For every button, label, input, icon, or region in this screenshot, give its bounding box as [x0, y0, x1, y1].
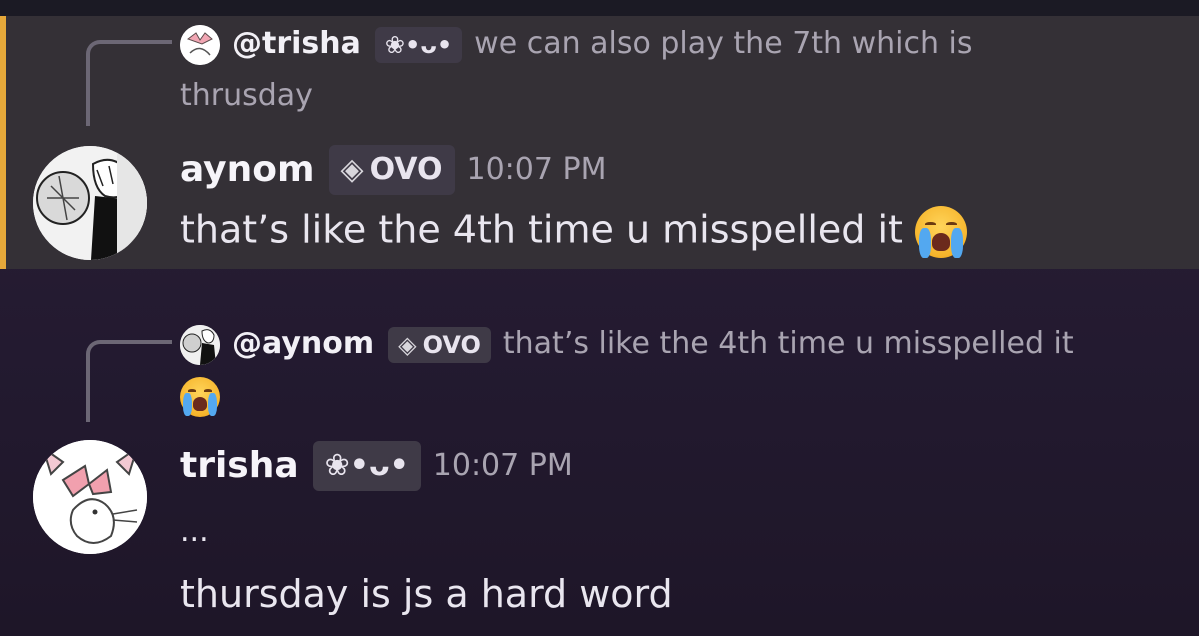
message-line: thursday is js a hard word	[180, 572, 673, 616]
reply-author-tag: ❀•ᴗ•	[374, 26, 463, 63]
reply-preview[interactable]: @aynom ◈ OVO that’s like the 4th time u mis…	[180, 318, 1180, 422]
reply-text: we can also play the 7th which is	[474, 26, 973, 61]
manga-character-avatar-icon[interactable]	[180, 324, 220, 365]
reply-text: that’s like the 4th time u misspelled it	[502, 326, 1074, 361]
reply-text-wrap	[180, 370, 1180, 422]
message-header: aynom ◈ OVO 10:07 PM	[180, 144, 606, 195]
bunny-bow-avatar-icon[interactable]	[180, 24, 220, 65]
reply-author-tag: ◈ OVO	[388, 326, 491, 363]
gem-icon: ◈	[398, 330, 417, 359]
timestamp[interactable]: 10:07 PM	[467, 152, 607, 187]
timestamp[interactable]: 10:07 PM	[433, 448, 573, 483]
mention-highlight-bar	[0, 16, 6, 269]
author-name[interactable]: trisha	[180, 445, 299, 486]
reply-preview[interactable]: @trisha ❀•ᴗ• we can also play the 7th whic…	[180, 18, 1160, 122]
author-tag: ❀•ᴗ•	[312, 441, 421, 491]
message-header: trisha ❀•ᴗ• 10:07 PM	[180, 440, 573, 491]
loudly-crying-face-icon	[915, 206, 968, 258]
reply-author[interactable]: @aynom	[232, 326, 374, 361]
message-line: ...	[180, 514, 209, 549]
reply-spine	[86, 340, 172, 422]
author-name[interactable]: aynom	[180, 149, 315, 190]
reply-text-wrap: thrusday	[180, 78, 313, 113]
gem-icon: ◈	[340, 152, 364, 187]
loudly-crying-face-icon	[180, 376, 220, 417]
message-text: that’s like the 4th time u misspelled it	[180, 206, 968, 258]
author-tag: ◈ OVO	[328, 145, 455, 195]
top-divider	[0, 0, 1199, 16]
manga-character-avatar-icon[interactable]	[33, 146, 147, 260]
reply-spine	[86, 40, 172, 126]
bunny-bow-avatar-icon[interactable]	[33, 440, 147, 554]
reply-author[interactable]: @trisha	[232, 26, 361, 61]
